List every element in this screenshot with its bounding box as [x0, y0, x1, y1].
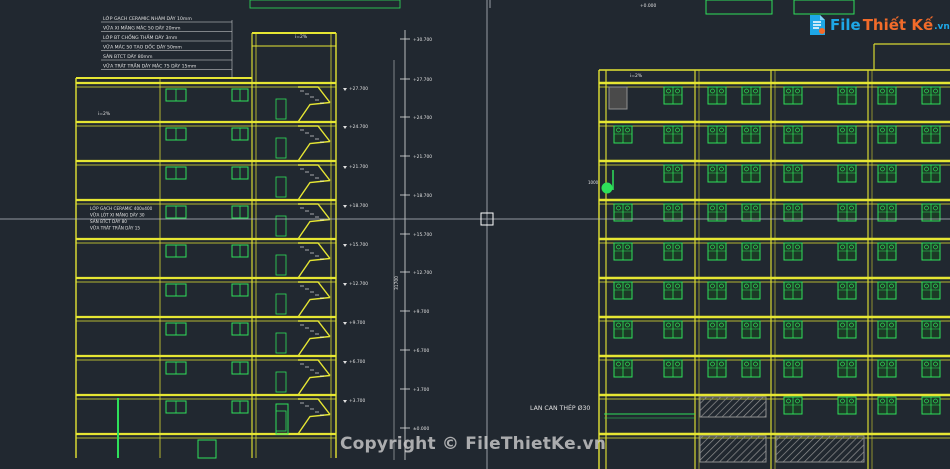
dimension-level-label: +15.700	[413, 232, 432, 238]
stair-flight-upper	[298, 203, 331, 220]
logo-file-text: File	[830, 15, 861, 34]
level-marker-icon	[343, 322, 347, 325]
stair-flight-upper	[298, 281, 331, 298]
ground-hatched-door	[699, 435, 767, 463]
top-level-label: +0.000	[640, 3, 656, 9]
level-marker-icon	[343, 244, 347, 247]
tree-symbol-icon	[601, 182, 613, 194]
level-dimension-line	[393, 30, 410, 460]
dimension-level-label: ±0.000	[413, 426, 429, 432]
section-level-label: +9.700	[349, 320, 365, 326]
logo-mark-icon	[807, 14, 827, 36]
section-level-label: +18.700	[349, 203, 368, 209]
stair-flight-lower	[297, 101, 331, 123]
copyright-watermark: Copyright © FileThietKe.vn	[340, 434, 607, 454]
roof-layer-note: LỚP GẠCH CERAMIC NHÁM DÀY 10mm	[103, 15, 192, 22]
roof-layer-note: VỮA TRÁT TRẦN DÀY MÁC 75 DÀY 15mm	[103, 62, 197, 70]
total-height-dimension: 31700	[394, 276, 400, 290]
stair-door	[275, 176, 287, 198]
roof-layer-note: VỮA XI MĂNG MÁC 50 DÀY 20mm	[103, 25, 181, 32]
stair-flight-upper	[298, 398, 331, 415]
dimension-level-label: +9.700	[413, 309, 429, 315]
dimension-level-label: +18.700	[413, 193, 432, 199]
floor-layer-note: VỮA LÓT XI MĂNG DÀY 30	[90, 213, 145, 218]
stair-flight-upper	[298, 86, 331, 103]
stair-flight-lower	[297, 335, 331, 357]
stair-door	[275, 98, 287, 120]
stair-flight-lower	[297, 179, 331, 201]
section-level-label: +3.700	[349, 398, 365, 404]
stair-flight-lower	[297, 374, 331, 396]
stair-door	[275, 332, 287, 354]
section-level-label: +21.700	[349, 164, 368, 170]
site-logo[interactable]: File Thiết Kế .vn	[807, 14, 950, 36]
section-level-label: +15.700	[349, 242, 368, 248]
top-partial-window	[793, 0, 855, 15]
stair-door	[275, 371, 287, 393]
stair-flight-lower	[297, 413, 331, 435]
level-marker-icon	[343, 126, 347, 129]
stair-flight-lower	[297, 257, 331, 279]
stair-door	[275, 254, 287, 276]
roof-layer-note: SÀN BTCT DÀY 80mm	[103, 53, 153, 60]
ground-hatched-panel	[699, 396, 767, 418]
roof-layer-note: VỮA MÁC 50 TẠO DỐC DÀY 50mm	[103, 43, 182, 51]
level-marker-icon	[343, 283, 347, 286]
section-level-label: +24.700	[349, 124, 368, 130]
roof-layer-note: LỚP BT CHỐNG THẤM DÀY 3mm	[103, 33, 178, 41]
dimension-level-label: +6.700	[413, 348, 429, 354]
stair-flight-upper	[298, 359, 331, 376]
stair-flight-lower	[297, 296, 331, 318]
ground-door	[197, 439, 217, 459]
stair-flight-upper	[298, 320, 331, 337]
level-marker-icon	[343, 205, 347, 208]
floor-slope-mark: i=2%	[98, 111, 111, 117]
hatched-panel	[608, 86, 628, 110]
logo-vn-text: .vn	[934, 21, 950, 32]
logo-thietke-text: Thiết Kế	[862, 15, 934, 34]
stair-door	[275, 410, 287, 432]
top-partial-panel	[249, 0, 401, 9]
section-level-label: +12.700	[349, 281, 368, 287]
stair-flight-lower	[297, 140, 331, 162]
dimension-level-label: +12.700	[413, 270, 432, 276]
stair-flight-upper	[298, 164, 331, 181]
level-marker-icon	[343, 400, 347, 403]
section-level-label: +6.700	[349, 359, 365, 365]
top-partial-window	[705, 0, 773, 15]
floor-layer-note: LỚP GẠCH CERAMIC 400x400	[90, 206, 153, 211]
elevation-dimension-mark: 1000	[588, 180, 599, 185]
ground-hatched-door	[775, 435, 865, 463]
level-marker-icon	[343, 166, 347, 169]
stair-flight-lower	[297, 218, 331, 240]
dimension-level-label: +24.700	[413, 115, 432, 121]
stair-flight-upper	[298, 125, 331, 142]
section-level-label: +27.700	[349, 86, 368, 92]
dimension-level-label: +3.700	[413, 387, 429, 393]
elevation-roof-mark: i=2%	[630, 73, 643, 79]
level-marker-icon	[343, 88, 347, 91]
roof-slope-mark: i=2%	[295, 34, 308, 40]
dimension-level-label: +27.700	[413, 77, 432, 83]
cad-drawing-canvas[interactable]: LỚP GẠCH CERAMIC NHÁM DÀY 10mm VỮA XI MĂN…	[0, 0, 950, 469]
stair-door	[275, 137, 287, 159]
building-section-elevation	[75, 32, 337, 459]
floor-layer-note: SÀN BTCT DÀY 80	[90, 219, 127, 224]
level-marker-icon	[343, 361, 347, 364]
dimension-level-label: +21.700	[413, 154, 432, 160]
stair-flight-upper	[298, 242, 331, 259]
floor-layer-note: VỮA TRÁT TRẦN DÀY 15	[90, 226, 140, 231]
stair-door	[275, 293, 287, 315]
dimension-level-label: +30.700	[413, 37, 432, 43]
railing-label: LAN CAN THÉP Ø30	[530, 403, 590, 412]
